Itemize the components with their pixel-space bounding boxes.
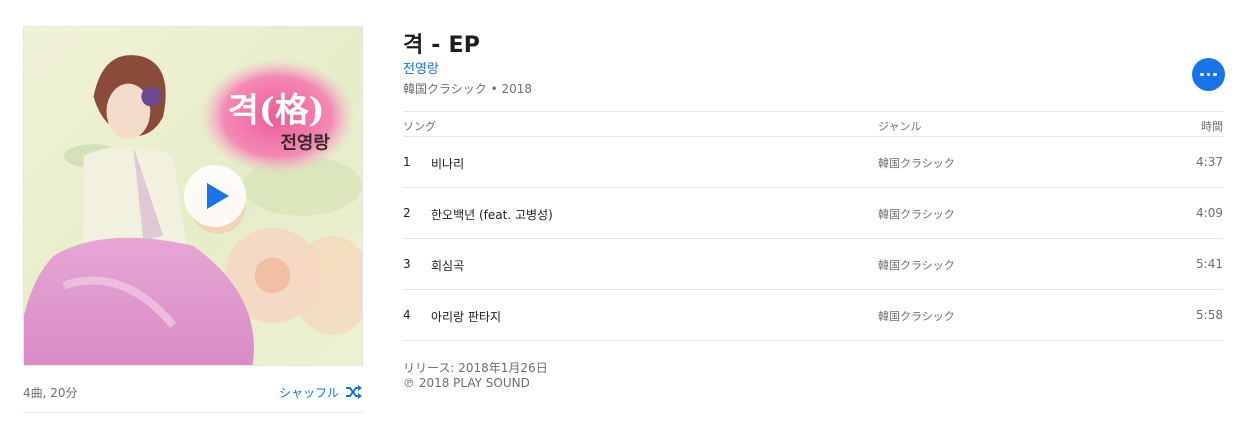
more-icon-dot bbox=[1213, 72, 1217, 77]
track-number: 3 bbox=[403, 257, 411, 271]
track-title: 아리랑 판타지 bbox=[431, 310, 502, 324]
track-duration: 4:09 bbox=[1196, 206, 1223, 220]
track-list-header: ソング ジャンル 時間 bbox=[403, 111, 1223, 137]
cover-artist-text: 전영랑 bbox=[280, 132, 330, 153]
track-duration: 4:37 bbox=[1196, 155, 1223, 169]
track-genre: 韓国クラシック bbox=[878, 157, 955, 170]
shuffle-icon bbox=[346, 385, 362, 399]
play-button[interactable] bbox=[184, 165, 246, 227]
album-artwork[interactable]: 격(格) 전영랑 bbox=[23, 26, 363, 366]
play-icon bbox=[207, 183, 229, 209]
track-row[interactable]: 2 한오백년 (feat. 고병성) 韓国クラシック 4:09 bbox=[403, 188, 1223, 239]
track-title: 회심곡 bbox=[431, 259, 465, 273]
shuffle-label: シャッフル bbox=[278, 385, 339, 400]
genre-year: 韓国クラシック • 2018 bbox=[403, 82, 533, 96]
more-icon-dot bbox=[1206, 72, 1211, 77]
left-divider bbox=[23, 412, 363, 413]
header-genre[interactable]: ジャンル bbox=[878, 118, 921, 134]
shuffle-button[interactable]: シャッフル bbox=[279, 384, 363, 401]
more-options-button[interactable] bbox=[1192, 58, 1225, 91]
artist-link[interactable]: 전영랑 bbox=[403, 58, 439, 77]
track-title: 한오백년 (feat. 고병성) bbox=[431, 208, 553, 222]
header-song[interactable]: ソング bbox=[403, 118, 436, 134]
track-duration: 5:58 bbox=[1196, 308, 1223, 322]
track-row[interactable]: 1 비나리 韓国クラシック 4:37 bbox=[403, 137, 1223, 188]
track-number: 1 bbox=[403, 155, 411, 169]
track-row[interactable]: 4 아리랑 판타지 韓国クラシック 5:58 bbox=[403, 290, 1223, 341]
track-list: ソング ジャンル 時間 1 비나리 韓国クラシック 4:37 2 한오백년 (f… bbox=[403, 111, 1223, 341]
track-genre: 韓国クラシック bbox=[878, 208, 955, 221]
album-summary-row: 4曲, 20分 シャッフル bbox=[23, 378, 363, 406]
track-duration: 5:41 bbox=[1196, 257, 1223, 271]
track-count-duration: 4曲, 20分 bbox=[23, 385, 78, 400]
track-row[interactable]: 3 회심곡 韓国クラシック 5:41 bbox=[403, 239, 1223, 290]
track-title: 비나리 bbox=[431, 157, 465, 171]
track-genre: 韓国クラシック bbox=[878, 310, 955, 323]
album-title: 격 - EP bbox=[403, 33, 481, 58]
track-number: 2 bbox=[403, 206, 411, 220]
track-number: 4 bbox=[403, 308, 411, 322]
cover-title-text: 격(格) bbox=[228, 89, 325, 129]
copyright: ℗ 2018 PLAY SOUND bbox=[403, 376, 530, 390]
release-date: リリース: 2018年1月26日 bbox=[403, 361, 548, 375]
track-genre: 韓国クラシック bbox=[878, 259, 955, 272]
more-icon-dot bbox=[1200, 72, 1204, 77]
header-time[interactable]: 時間 bbox=[1201, 118, 1223, 134]
